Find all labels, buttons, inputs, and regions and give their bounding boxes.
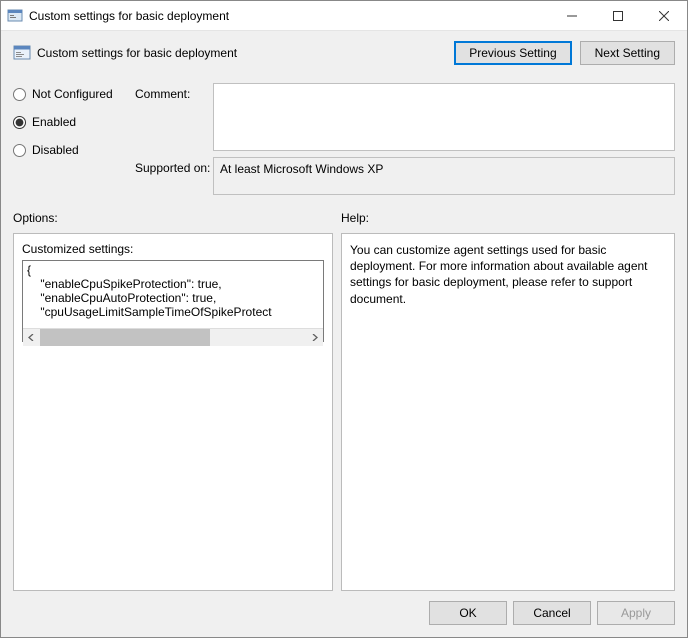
minimize-button[interactable] bbox=[549, 1, 595, 31]
titlebar: Custom settings for basic deployment bbox=[1, 1, 687, 31]
supported-label: Supported on: bbox=[135, 157, 211, 195]
options-panel: Customized settings: bbox=[13, 233, 333, 591]
radio-enabled[interactable]: Enabled bbox=[13, 115, 133, 129]
horizontal-scrollbar[interactable] bbox=[23, 328, 323, 345]
window-title: Custom settings for basic deployment bbox=[29, 9, 549, 23]
state-radios: Not Configured Enabled Disabled bbox=[13, 83, 133, 195]
previous-setting-button[interactable]: Previous Setting bbox=[454, 41, 571, 65]
content-area: Custom settings for basic deployment Pre… bbox=[1, 31, 687, 637]
customized-settings-label: Customized settings: bbox=[22, 242, 324, 256]
scroll-right-icon[interactable] bbox=[306, 329, 323, 346]
comment-textarea[interactable] bbox=[213, 83, 675, 151]
app-icon bbox=[7, 8, 23, 24]
config-grid: Not Configured Enabled Disabled Comment:… bbox=[13, 83, 675, 195]
policy-icon bbox=[13, 44, 31, 62]
help-panel: You can customize agent settings used fo… bbox=[341, 233, 675, 591]
maximize-button[interactable] bbox=[595, 1, 641, 31]
supported-textarea bbox=[213, 157, 675, 195]
close-button[interactable] bbox=[641, 1, 687, 31]
customized-settings-textarea[interactable] bbox=[23, 261, 323, 325]
next-setting-button[interactable]: Next Setting bbox=[580, 41, 675, 65]
panels: Customized settings: You can customize bbox=[13, 233, 675, 591]
comment-label: Comment: bbox=[135, 83, 211, 151]
ok-button[interactable]: OK bbox=[429, 601, 507, 625]
help-text: You can customize agent settings used fo… bbox=[350, 242, 666, 307]
footer-buttons: OK Cancel Apply bbox=[13, 601, 675, 625]
scroll-thumb[interactable] bbox=[40, 329, 210, 346]
page-title: Custom settings for basic deployment bbox=[37, 46, 454, 60]
section-labels: Options: Help: bbox=[13, 211, 675, 225]
options-label: Options: bbox=[13, 211, 341, 225]
scroll-track[interactable] bbox=[40, 329, 306, 346]
window-controls bbox=[549, 1, 687, 31]
header-row: Custom settings for basic deployment Pre… bbox=[13, 41, 675, 65]
radio-enabled-label: Enabled bbox=[32, 115, 76, 129]
radio-not-configured-input[interactable] bbox=[13, 88, 26, 101]
radio-not-configured[interactable]: Not Configured bbox=[13, 87, 133, 101]
scroll-left-icon[interactable] bbox=[23, 329, 40, 346]
nav-buttons: Previous Setting Next Setting bbox=[454, 41, 675, 65]
apply-button[interactable]: Apply bbox=[597, 601, 675, 625]
radio-enabled-input[interactable] bbox=[13, 116, 26, 129]
radio-not-configured-label: Not Configured bbox=[32, 87, 113, 101]
radio-disabled-input[interactable] bbox=[13, 144, 26, 157]
help-label: Help: bbox=[341, 211, 369, 225]
radio-disabled[interactable]: Disabled bbox=[13, 143, 133, 157]
cancel-button[interactable]: Cancel bbox=[513, 601, 591, 625]
customized-settings-wrap bbox=[22, 260, 324, 342]
radio-disabled-label: Disabled bbox=[32, 143, 79, 157]
